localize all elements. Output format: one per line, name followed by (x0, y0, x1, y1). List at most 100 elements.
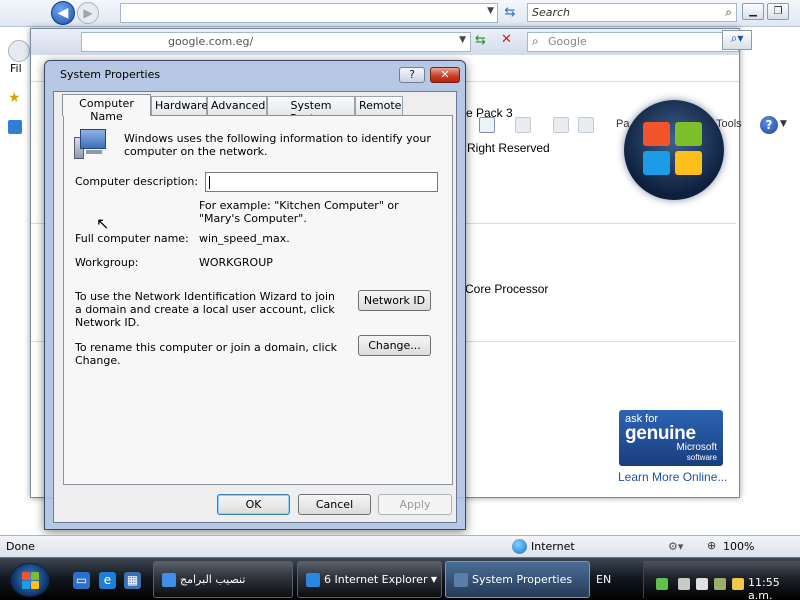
cancel-button[interactable]: Cancel (298, 494, 371, 515)
folder-icon (162, 573, 176, 587)
full-name-value: win_speed_max. (199, 232, 290, 245)
ie-tab-icon[interactable] (8, 120, 22, 134)
search-go-button[interactable]: ⌕▾ (722, 30, 752, 50)
workgroup-label: Workgroup: (75, 256, 139, 269)
ie-back-left-strip: Fil ★ (0, 60, 30, 150)
search-icon[interactable]: ⌕ (725, 5, 732, 20)
tab-system-restore[interactable]: System Restore (267, 96, 355, 125)
address-text: google.com.eg/ (168, 35, 254, 48)
address-field[interactable]: google.com.eg/ ▼ (81, 32, 471, 52)
search-placeholder: Search (532, 6, 571, 19)
mail-icon[interactable] (553, 117, 569, 133)
change-button-label: Change... (368, 339, 421, 352)
show-desktop-icon[interactable]: ▭ (73, 572, 90, 589)
refresh-icon[interactable]: ⇆ (475, 33, 486, 48)
menu-file-fragment[interactable]: Fil (10, 62, 22, 75)
taskbar-item-label: 6 Internet Explorer (324, 573, 428, 586)
change-description: To rename this computer or join a domain… (75, 341, 337, 367)
text-caret (209, 176, 210, 189)
network-id-button-label: Network ID (363, 294, 426, 307)
logo-green-pane (675, 122, 702, 146)
switch-windows-icon[interactable]: ▦ (124, 572, 141, 589)
system-tray: 11:55 a.m. (643, 561, 800, 600)
chevron-down-icon[interactable]: ▼ (780, 119, 787, 129)
change-button[interactable]: Change... (358, 335, 431, 356)
tray-app-icon[interactable] (714, 578, 726, 590)
network-icon[interactable] (656, 578, 668, 590)
tools-menu[interactable]: Tools (716, 118, 742, 130)
volume-icon[interactable] (696, 578, 708, 590)
address-bar[interactable]: ▼ (120, 3, 498, 23)
minimize-button[interactable]: ▁ (742, 3, 764, 20)
restore-button[interactable]: ❐ (767, 3, 789, 20)
system-properties-dialog: System Properties ? ✕ Computer Name Hard… (44, 60, 466, 530)
favorites-star-icon[interactable]: ★ (8, 90, 21, 106)
workgroup-value: WORKGROUP (199, 256, 273, 269)
back-button-ghost[interactable] (8, 40, 30, 62)
windows-logo (624, 100, 724, 200)
security-zone[interactable]: Internet (531, 540, 575, 553)
dialog-help-button[interactable]: ? (399, 67, 425, 83)
ie-back-toolbar: ◀ ▶ ▼ ⇆ Search ⌕ ▁ ❐ (0, 0, 800, 27)
computer-icon (454, 573, 468, 587)
chevron-down-icon[interactable]: ▼ (487, 6, 494, 16)
taskbar-item-internet-explorer[interactable]: 6 Internet Explorer ▼ (297, 561, 442, 598)
tab-hardware[interactable]: Hardware (151, 96, 208, 115)
safely-remove-icon[interactable] (678, 578, 690, 590)
computer-name-panel: Windows uses the following information t… (63, 115, 453, 485)
tab-advanced[interactable]: Advanced (207, 96, 267, 115)
logo-red-pane (643, 122, 670, 146)
dialog-title: System Properties (60, 68, 161, 81)
chevron-down-icon: ▼ (430, 575, 437, 584)
feeds-icon[interactable] (515, 117, 531, 133)
apply-button[interactable]: Apply (378, 494, 452, 515)
status-text: Done (6, 540, 35, 553)
computer-description-field[interactable] (205, 172, 438, 192)
clock[interactable]: 11:55 a.m. (748, 576, 800, 600)
full-name-label: Full computer name: (75, 232, 189, 245)
ok-button[interactable]: OK (217, 494, 290, 515)
google-search-input[interactable]: ⌕ Google (527, 32, 739, 52)
stop-icon[interactable]: ✕ (501, 32, 512, 47)
taskbar-item-system-properties[interactable]: System Properties (445, 561, 590, 598)
back-button[interactable]: ◀ (51, 1, 75, 25)
rights-text: Right Reserved (467, 141, 550, 155)
description-label: Computer description: (75, 175, 199, 188)
dialog-close-button[interactable]: ✕ (430, 67, 460, 83)
computer-icon (74, 129, 108, 161)
logo-yellow-pane (675, 151, 702, 175)
zoom-icon[interactable]: ⊕ (707, 539, 716, 552)
badge-line-3: Microsoft (676, 442, 717, 453)
intro-text: Windows uses the following information t… (124, 132, 431, 158)
search-input[interactable]: Search ⌕ (527, 3, 737, 22)
genuine-microsoft-badge[interactable]: ask for genuine Microsoft software (619, 410, 723, 466)
ie-quicklaunch-icon[interactable]: e (99, 572, 116, 589)
sparkle-icon[interactable] (732, 578, 744, 590)
mouse-cursor-icon: ↖ (96, 214, 110, 233)
internet-zone-icon (512, 539, 527, 554)
refresh-icon[interactable]: ⇆ (500, 3, 520, 23)
badge-line-4: software (686, 453, 717, 462)
help-icon[interactable]: ? (760, 116, 778, 134)
chevron-down-icon[interactable]: ▼ (459, 35, 466, 45)
language-indicator[interactable]: EN (596, 573, 611, 586)
badge-line-2: genuine (625, 423, 696, 444)
tab-remote[interactable]: Remote (355, 96, 403, 115)
ie-middle-toolbar: google.com.eg/ ▼ ⇆ ✕ ⌕ Google (31, 29, 739, 55)
service-pack-text: e Pack 3 (466, 106, 513, 120)
ie-status-bar: Done Internet ⚙▾ ⊕ 100% (0, 535, 800, 557)
protected-mode-icon[interactable]: ⚙▾ (668, 540, 683, 553)
dialog-body: Computer Name Hardware Advanced System R… (53, 91, 457, 523)
taskbar-item-label: تنصيب البرامج (180, 573, 246, 586)
learn-more-link[interactable]: Learn More Online... (618, 470, 727, 484)
network-id-button[interactable]: Network ID (358, 290, 431, 311)
tab-computer-name[interactable]: Computer Name (62, 94, 151, 123)
search-engine-label: Google (548, 35, 587, 48)
zoom-level[interactable]: 100% (723, 540, 754, 553)
forward-button[interactable]: ▶ (77, 2, 99, 24)
start-button[interactable] (10, 563, 50, 597)
taskbar-item-programs[interactable]: تنصيب البرامج (153, 561, 293, 598)
search-icon: ⌕ (532, 34, 539, 48)
page-menu[interactable]: Pa (616, 118, 629, 130)
print-icon[interactable] (578, 117, 594, 133)
